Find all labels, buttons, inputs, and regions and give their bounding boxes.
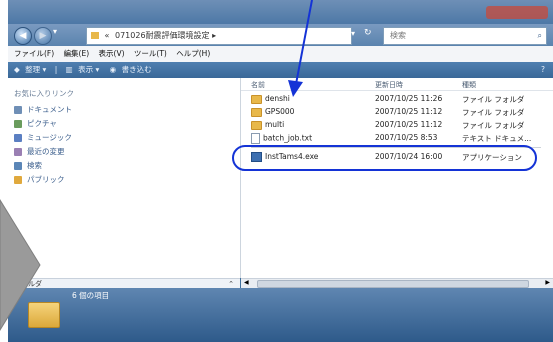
annotation-overlay [0, 0, 537, 331]
gray-arrow-shape [0, 199, 41, 331]
annotation-arrow-line [295, 0, 313, 85]
annotation-arrow-head [288, 80, 303, 97]
highlight-ellipse [232, 145, 537, 171]
